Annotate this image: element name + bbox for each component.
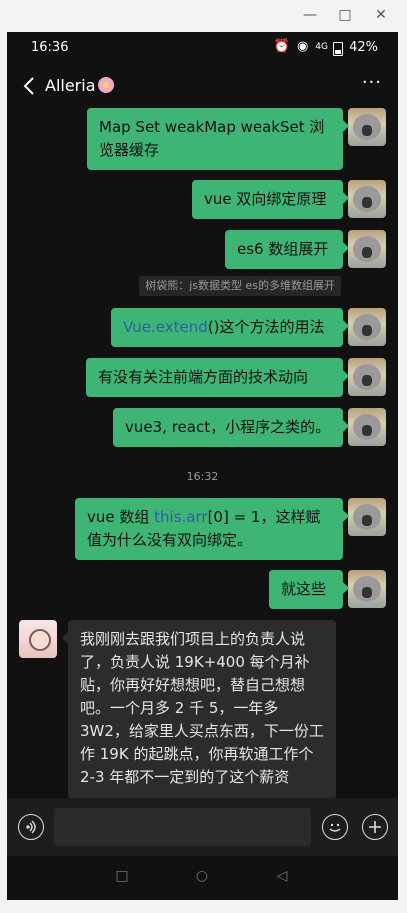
battery-percent: 42% xyxy=(349,40,378,55)
close-icon[interactable]: ✕ xyxy=(369,4,393,26)
message-bubble[interactable]: vue 数组 this.arr[0] = 1，这样赋值为什么没有双向绑定。 xyxy=(75,498,349,560)
alarm-icon: ⏰ xyxy=(273,39,290,54)
message-link[interactable]: Vue.extend xyxy=(123,318,208,336)
system-nav-bar: □ ○ ◁ xyxy=(7,856,398,900)
home-button[interactable]: ○ xyxy=(195,869,209,883)
emoji-icon[interactable] xyxy=(322,814,348,840)
message-bubble[interactable]: Map Set weakMap weakSet 浏览器缓存 xyxy=(87,108,349,170)
flower-icon xyxy=(97,77,114,93)
maximize-icon[interactable]: □ xyxy=(333,4,357,26)
message-bubble[interactable]: vue 双向绑定原理 xyxy=(192,180,349,219)
minimize-icon[interactable]: — xyxy=(298,4,322,26)
status-icons: ⏰ ◉ 4G xyxy=(274,39,328,54)
back-nav-button[interactable]: ◁ xyxy=(275,869,289,883)
message-bubble[interactable]: vue3, react，小程序之类的。 xyxy=(113,408,349,447)
status-bar: 16:36 ⏰ ◉ 4G 42% xyxy=(7,32,398,62)
phone-screen: 16:36 ⏰ ◉ 4G 42% Alleria ··· Map Set wea… xyxy=(7,32,398,900)
recent-apps-button[interactable]: □ xyxy=(115,869,129,883)
status-time: 16:36 xyxy=(31,40,69,55)
back-button[interactable] xyxy=(19,74,41,98)
message-bubble[interactable]: es6 数组展开 xyxy=(225,230,349,269)
message-input[interactable] xyxy=(54,808,311,846)
battery-icon xyxy=(333,42,343,56)
quote-reference[interactable]: 树袋熊：js数据类型 es的多维数组展开 xyxy=(139,276,341,296)
avatar[interactable] xyxy=(348,358,386,396)
window-titlebar: — □ ✕ xyxy=(0,0,407,31)
message-text: vue 数组 xyxy=(87,508,155,526)
avatar[interactable] xyxy=(348,570,386,608)
network-label: 4G xyxy=(315,41,328,52)
message-timestamp: 16:32 xyxy=(186,470,219,483)
input-bar xyxy=(7,798,398,856)
avatar[interactable] xyxy=(19,620,57,658)
more-button[interactable]: ··· xyxy=(362,72,382,93)
chat-header: Alleria ··· xyxy=(7,66,398,108)
avatar[interactable] xyxy=(348,408,386,446)
plus-icon[interactable] xyxy=(362,814,388,840)
message-list[interactable]: Map Set weakMap weakSet 浏览器缓存 vue 双向绑定原理… xyxy=(7,108,398,799)
avatar[interactable] xyxy=(348,498,386,536)
chat-title: Alleria xyxy=(45,76,114,95)
message-bubble[interactable]: Vue.extend()这个方法的用法 xyxy=(111,308,349,347)
message-link[interactable]: this.arr xyxy=(154,508,207,526)
voice-icon[interactable] xyxy=(18,814,44,840)
message-bubble[interactable]: 有没有关注前端方面的技术动向 xyxy=(86,358,349,397)
message-bubble[interactable]: 我刚刚去跟我们项目上的负责人说了，负责人说 19K+400 每个月补贴，你再好好… xyxy=(62,620,336,799)
avatar[interactable] xyxy=(348,230,386,268)
chat-title-text: Alleria xyxy=(45,76,96,95)
avatar[interactable] xyxy=(348,108,386,146)
avatar[interactable] xyxy=(348,308,386,346)
message-text: ()这个方法的用法 xyxy=(207,318,325,336)
hotspot-icon: ◉ xyxy=(296,39,309,54)
avatar[interactable] xyxy=(348,180,386,218)
message-bubble[interactable]: 就这些 xyxy=(269,570,349,609)
